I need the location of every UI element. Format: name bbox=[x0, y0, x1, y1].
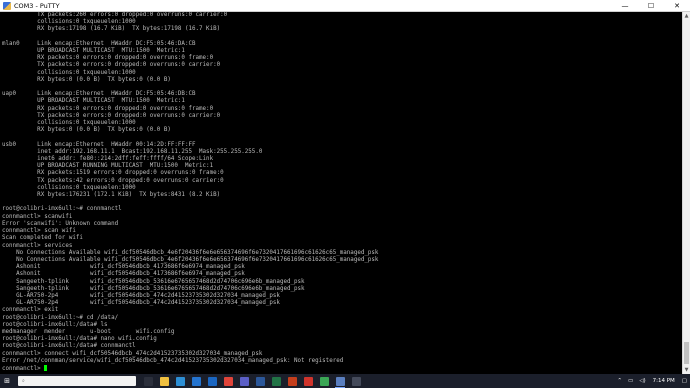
terminal-line: RX bytes:17198 (16.7 KiB) TX bytes:17198… bbox=[2, 26, 221, 33]
edge-icon-shape bbox=[175, 376, 185, 386]
terminal-line: connmanctl> connect wifi_dcf50546dbcb_47… bbox=[2, 350, 263, 357]
putty-icon bbox=[3, 1, 11, 10]
explorer-icon-shape bbox=[159, 376, 169, 386]
terminal-line: TX packets:42 errors:0 dropped:0 overrun… bbox=[2, 177, 224, 184]
terminal-line: TX packets:0 errors:0 dropped:0 overruns… bbox=[2, 112, 221, 119]
terminal-line: Scan completed for wifi bbox=[2, 235, 83, 242]
terminal-line: collisions:0 txqueuelen:1000 bbox=[2, 19, 136, 26]
taskbar-word-icon[interactable] bbox=[252, 374, 268, 388]
terminal-line: Sangeeth-tplink wifi_dcf50546dbcb_53616e… bbox=[2, 278, 305, 285]
terminal-line: root@colibri-imx6ull:/data# connmanctl bbox=[2, 343, 136, 350]
terminal-line: mlan0 Link encap:Ethernet HWaddr DC:F5:0… bbox=[2, 40, 196, 47]
outlook-icon-shape bbox=[207, 376, 217, 386]
taskbar-app-green-icon[interactable] bbox=[316, 374, 332, 388]
minimize-button[interactable]: — bbox=[612, 0, 638, 12]
app-dark-icon-shape bbox=[351, 376, 361, 386]
terminal-line: RX bytes:0 (0.0 B) TX bytes:0 (0.0 B) bbox=[2, 127, 171, 134]
taskbar-excel-icon[interactable] bbox=[268, 374, 284, 388]
terminal-line: connmanctl> scan wifi bbox=[2, 228, 76, 235]
app-green-icon-shape bbox=[319, 376, 329, 386]
app-red-icon-shape bbox=[303, 376, 313, 386]
terminal-line: Error 'scanwifi': Unknown command bbox=[2, 220, 119, 227]
terminal-line: GL-AR750-2p4 wifi_dcf50546dbcb_474c2d415… bbox=[2, 300, 280, 307]
terminal-line: root@colibri-imx6ull:/data# ls bbox=[2, 321, 108, 328]
putty-icon-shape bbox=[335, 376, 345, 386]
terminal-line: UP BROADCAST RUNNING MULTICAST MTU:1500 … bbox=[2, 163, 214, 170]
word-icon-shape bbox=[255, 376, 265, 386]
terminal-line: UP BROADCAST MULTICAST MTU:1500 Metric:1 bbox=[2, 98, 185, 105]
taskbar-taskview-icon[interactable] bbox=[140, 374, 156, 388]
terminal-cursor bbox=[44, 364, 48, 371]
terminal-line: RX packets:0 errors:0 dropped:0 overruns… bbox=[2, 105, 214, 112]
title-bar[interactable]: COM3 - PuTTY — ☐ ✕ bbox=[0, 0, 690, 12]
taskbar-search-box[interactable]: ⌕ bbox=[18, 376, 136, 386]
terminal-line: connmanctl> bbox=[2, 365, 45, 372]
terminal-line: inet6 addr: fe80::214:2dff:feff:ffff/64 … bbox=[2, 156, 214, 163]
terminal-line: root@colibri-imx6ull:~# connmanctl bbox=[2, 206, 122, 213]
terminal-line: UP BROADCAST MULTICAST MTU:1500 Metric:1 bbox=[2, 48, 185, 55]
terminal-line: connmanctl> services bbox=[2, 242, 73, 249]
terminal-line: connmanctl> exit bbox=[2, 307, 59, 314]
terminal-line: collisions:0 txqueuelen:1000 bbox=[2, 69, 136, 76]
taskbar-teams-icon[interactable] bbox=[236, 374, 252, 388]
terminal-line: collisions:0 txqueuelen:1000 bbox=[2, 184, 136, 191]
network-icon[interactable]: ▭ bbox=[628, 378, 633, 384]
terminal-line: RX packets:1519 errors:0 dropped:0 overr… bbox=[2, 170, 224, 177]
terminal-line: medmanager mender u-boot wifi.config bbox=[2, 328, 175, 335]
terminal-text: TX packets:260 errors:0 dropped:0 overru… bbox=[0, 12, 682, 373]
taskbar-powerpoint-icon[interactable] bbox=[284, 374, 300, 388]
terminal-line: root@colibri-imx6ull:~# cd /data/ bbox=[2, 314, 119, 321]
close-button[interactable]: ✕ bbox=[664, 0, 690, 12]
volume-icon[interactable]: ◁) bbox=[639, 378, 645, 384]
terminal-line: Error /net/connman/service/wifi_dcf50546… bbox=[2, 357, 344, 364]
clock-time[interactable]: 7:14 PM bbox=[653, 378, 675, 384]
system-tray: ⌃ ▭ ◁) 7:14 PM ▢ bbox=[614, 374, 690, 388]
scroll-down-arrow-icon[interactable]: ▼ bbox=[683, 366, 690, 374]
taskbar-app-dark-icon[interactable] bbox=[348, 374, 364, 388]
taskbar-app-red-icon[interactable] bbox=[300, 374, 316, 388]
terminal-line: Ashonit wifi_dcf50546dbcb_4173686f6e6974… bbox=[2, 264, 245, 271]
terminal-line: RX packets:0 errors:0 dropped:0 overruns… bbox=[2, 55, 214, 62]
vertical-scrollbar[interactable]: ▲ ▼ bbox=[682, 12, 690, 374]
terminal-line: RX bytes:0 (0.0 B) TX bytes:0 (0.0 B) bbox=[2, 76, 171, 83]
taskbar-apps bbox=[140, 374, 364, 388]
terminal-line: usb0 Link encap:Ethernet HWaddr 00:14:2D… bbox=[2, 141, 196, 148]
search-icon: ⌕ bbox=[22, 378, 25, 384]
taskbar-outlook-icon[interactable] bbox=[204, 374, 220, 388]
scroll-thumb[interactable] bbox=[684, 342, 689, 364]
terminal-line: No Connections Available wifi_dcf50546db… bbox=[2, 249, 379, 256]
taskbar: ⊞ ⌕ ⌃ ▭ ◁) 7:14 PM ▢ bbox=[0, 374, 690, 388]
terminal-line: GL-AR750-2p4 wifi_dcf50546dbcb_474c2d415… bbox=[2, 292, 280, 299]
start-button[interactable]: ⊞ bbox=[0, 374, 14, 388]
chrome-icon-shape bbox=[223, 376, 233, 386]
taskbar-edge-icon[interactable] bbox=[172, 374, 188, 388]
notification-icon[interactable]: ▢ bbox=[682, 378, 687, 384]
terminal-output[interactable]: TX packets:260 errors:0 dropped:0 overru… bbox=[0, 12, 682, 374]
terminal-line: root@colibri-imx6ull:/data# nano wifi.co… bbox=[2, 336, 157, 343]
chevron-up-icon[interactable]: ⌃ bbox=[617, 378, 622, 384]
terminal-line: collisions:0 txqueuelen:1000 bbox=[2, 120, 136, 127]
window-title: COM3 - PuTTY bbox=[14, 1, 60, 10]
excel-icon-shape bbox=[271, 376, 281, 386]
taskview-icon-shape bbox=[143, 376, 153, 386]
mail-icon-shape bbox=[191, 376, 201, 386]
terminal-line: TX packets:260 errors:0 dropped:0 overru… bbox=[2, 12, 228, 18]
taskbar-chrome-icon[interactable] bbox=[220, 374, 236, 388]
terminal-line: RX bytes:176231 (172.1 KiB) TX bytes:843… bbox=[2, 192, 221, 199]
terminal-line: inet addr:192.168.11.1 Bcast:192.168.11.… bbox=[2, 148, 263, 155]
terminal-line: Sangeeth-tplink wifi_dcf50546dbcb_53616e… bbox=[2, 285, 305, 292]
taskbar-mail-icon[interactable] bbox=[188, 374, 204, 388]
terminal-line: TX packets:0 errors:0 dropped:0 overruns… bbox=[2, 62, 221, 69]
taskbar-putty-icon[interactable] bbox=[332, 374, 348, 388]
terminal-line: uap0 Link encap:Ethernet HWaddr DC:F5:05… bbox=[2, 91, 196, 98]
terminal-line: No Connections Available wifi_dcf50546db… bbox=[2, 256, 379, 263]
terminal-line: Ashonit wifi_dcf50546dbcb_4173686f6e6974… bbox=[2, 271, 245, 278]
powerpoint-icon-shape bbox=[287, 376, 297, 386]
maximize-button[interactable]: ☐ bbox=[638, 0, 664, 12]
taskbar-explorer-icon[interactable] bbox=[156, 374, 172, 388]
terminal-line: connmanctl> scanwifi bbox=[2, 213, 73, 220]
teams-icon-shape bbox=[239, 376, 249, 386]
scroll-up-arrow-icon[interactable]: ▲ bbox=[683, 12, 690, 20]
window-controls: — ☐ ✕ bbox=[612, 0, 690, 12]
